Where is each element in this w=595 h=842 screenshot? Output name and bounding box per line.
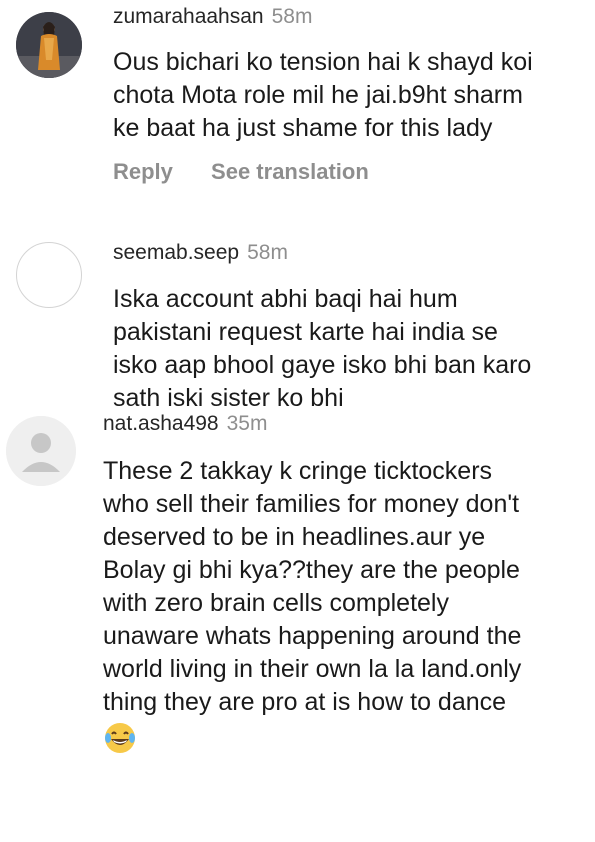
see-translation-button[interactable]: See translation (211, 159, 369, 185)
username[interactable]: seemab.seep (113, 241, 239, 264)
comment-line: These 2 takkay k cringe ticktockers (103, 457, 493, 485)
photo-avatar-icon (16, 12, 82, 78)
comment-header: zumarahaahsan 58m (113, 5, 312, 29)
username[interactable]: zumarahaahsan (113, 5, 264, 28)
timestamp: 58m (247, 241, 288, 264)
comment-header: seemab.seep 58m (113, 241, 288, 265)
timestamp: 35m (226, 412, 268, 435)
comment-item: seemab.seep 58m Iska account abhi baqi ha… (0, 210, 595, 412)
comment-item: nat.asha498 35m These 2 takkay k cringe t… (0, 410, 595, 770)
laughing-with-tears-emoji-icon (103, 721, 137, 755)
timestamp: 58m (271, 5, 313, 28)
comment-line: Iska account abhi baqi hai hum (113, 285, 458, 313)
comment-line: Ous bichari ko tension hai k shayd koi (113, 48, 533, 76)
comment-line: unaware whats happening around the (103, 622, 522, 650)
avatar[interactable] (6, 416, 76, 486)
comment-text: Iska account abhi baqi hai hum pakistani… (113, 283, 531, 415)
avatar[interactable] (16, 12, 82, 78)
comment-line: thing they are pro at is how to dance (103, 688, 507, 716)
comment-line: chota Mota role mil he jai.b9ht sharm (113, 81, 523, 109)
comment-text: These 2 takkay k cringe ticktockers who … (103, 455, 521, 719)
default-user-icon (6, 416, 76, 486)
reply-button[interactable]: Reply (113, 159, 173, 185)
comment-line: isko aap bhool gaye isko bhi ban karo (113, 351, 532, 379)
comment-line: who sell their families for money don't (103, 490, 520, 518)
avatar[interactable] (16, 242, 82, 308)
comment-actions: Reply See translation (113, 159, 369, 185)
comment-line: pakistani request karte hai india se (113, 318, 498, 346)
comment-text: Ous bichari ko tension hai k shayd koi c… (113, 46, 533, 145)
comment-line: with zero brain cells completely (103, 589, 449, 617)
username[interactable]: nat.asha498 (103, 412, 219, 435)
comment-line: ke baat ha just shame for this lady (113, 114, 493, 142)
comment-item: zumarahaahsan 58m Ous bichari ko tension … (0, 0, 595, 200)
comment-line: world living in their own la la land.onl… (103, 655, 522, 683)
comment-header: nat.asha498 35m (103, 412, 267, 436)
comment-line: Bolay gi bhi kya??they are the people (103, 556, 520, 584)
comment-line: deserved to be in headlines.aur ye (103, 523, 486, 551)
